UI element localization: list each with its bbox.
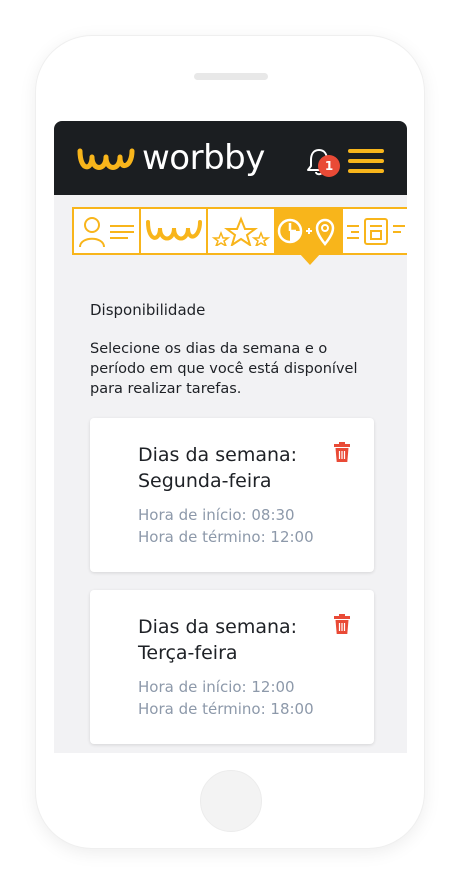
trash-icon[interactable] — [334, 614, 350, 634]
menu-icon[interactable] — [348, 149, 384, 173]
trash-icon[interactable] — [334, 442, 350, 462]
profile-icon — [78, 217, 134, 248]
brand-name[interactable]: worbby — [142, 138, 265, 178]
step-documents[interactable] — [343, 209, 407, 253]
top-bar: worbby 1 — [54, 121, 407, 195]
app-screen: worbby 1 Disponibilidade Selecione os di… — [54, 121, 407, 753]
profile-steps — [72, 207, 407, 255]
availability-start: Hora de início: 08:30 — [138, 506, 295, 524]
availability-card[interactable]: Dias da semana: Terça-feira Hora de iníc… — [90, 590, 374, 744]
step-ratings[interactable] — [208, 209, 276, 253]
availability-end: Hora de término: 12:00 — [138, 528, 314, 546]
clock-location-icon — [277, 218, 335, 246]
phone-home-button — [200, 770, 262, 832]
step-profile[interactable] — [74, 209, 142, 253]
availability-end: Hora de término: 18:00 — [138, 700, 314, 718]
availability-start: Hora de início: 12:00 — [138, 678, 295, 696]
availability-card[interactable]: Dias da semana: Segunda-feira Hora de in… — [90, 418, 374, 572]
availability-days: Dias da semana: Segunda-feira — [138, 444, 298, 492]
worbby-mark-icon — [145, 220, 202, 241]
phone-speaker — [194, 73, 268, 80]
step-worbby[interactable] — [141, 209, 209, 253]
document-icon — [347, 218, 406, 245]
section-description: Selecione os dias da semana e o período … — [90, 341, 358, 397]
step-availability[interactable] — [275, 209, 343, 253]
worbby-logo-icon — [77, 148, 135, 170]
stars-icon — [211, 216, 271, 246]
notification-badge: 1 — [318, 155, 340, 177]
availability-days: Dias da semana: Terça-feira — [138, 616, 298, 664]
section-title: Disponibilidade — [90, 301, 206, 319]
active-step-pointer — [299, 253, 321, 265]
